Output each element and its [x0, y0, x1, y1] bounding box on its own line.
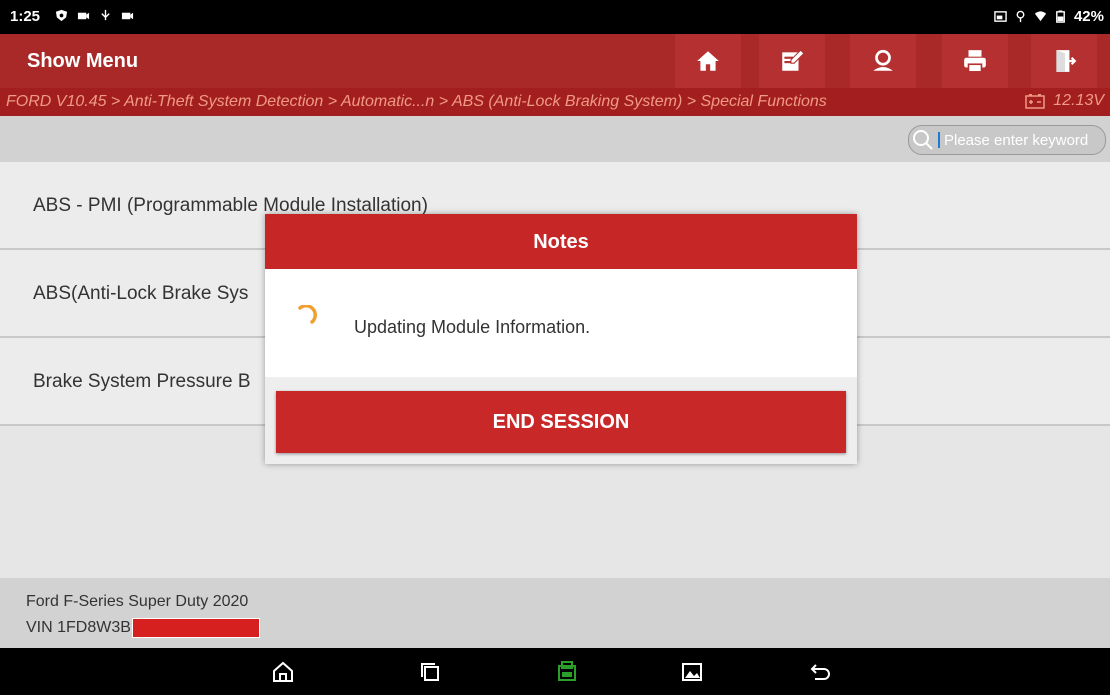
- status-bar: 1:25 42%: [0, 0, 1110, 34]
- vehicle-info-footer: Ford F-Series Super Duty 2020 VIN 1FD8W3…: [0, 578, 1110, 648]
- search-bar: Please enter keyword: [0, 116, 1110, 162]
- exit-icon: [1056, 50, 1077, 72]
- vci-icon: [558, 661, 576, 681]
- dialog-footer: END SESSION: [265, 377, 857, 464]
- dialog-message: Updating Module Information.: [354, 317, 591, 337]
- shield-icon: [55, 9, 68, 22]
- dialog-title: Notes: [265, 214, 857, 269]
- wifi-icon: [1034, 11, 1047, 22]
- system-nav-bar: [0, 648, 1110, 695]
- edit-icon: [782, 49, 805, 71]
- notification-icons: [55, 9, 134, 22]
- video-icon: [121, 12, 134, 20]
- app-header: Show Menu: [0, 34, 1110, 88]
- home-icon: [273, 661, 293, 682]
- vin-redaction: [131, 618, 260, 638]
- battery-icon: [1056, 10, 1065, 23]
- battery-icon: [1025, 94, 1046, 109]
- recents-icon: [421, 663, 439, 681]
- gallery-icon: [682, 663, 702, 681]
- nav-home-button[interactable]: [271, 660, 295, 684]
- loading-spinner-icon: [298, 305, 317, 324]
- nav-back-button[interactable]: [808, 660, 832, 684]
- usb-icon: [101, 9, 110, 21]
- breadcrumb: FORD V10.45 > Anti-Theft System Detectio…: [0, 88, 1110, 116]
- notes-dialog: Notes Updating Module Information. END S…: [265, 214, 857, 464]
- vin-label: VIN 1FD8W3B: [26, 619, 131, 636]
- cast-icon: [994, 11, 1007, 22]
- location-icon: [1016, 10, 1025, 23]
- status-time: 1:25: [10, 8, 41, 25]
- page-title: Show Menu: [27, 50, 139, 72]
- breadcrumb-path: FORD V10.45 > Anti-Theft System Detectio…: [6, 93, 827, 110]
- nav-recents-button[interactable]: [418, 660, 442, 684]
- voltage-value: 12.13V: [1053, 92, 1104, 109]
- video-icon: [77, 12, 90, 20]
- voltage-indicator: 12.13V: [1025, 92, 1104, 110]
- battery-level: 42%: [1073, 8, 1104, 25]
- search-input[interactable]: Please enter keyword: [908, 125, 1106, 155]
- dialog-body: Updating Module Information.: [265, 269, 857, 377]
- user-button[interactable]: [850, 34, 916, 88]
- list-item-label: Brake System Pressure B: [33, 371, 251, 392]
- text-cursor: [938, 132, 940, 148]
- end-session-button[interactable]: END SESSION: [276, 391, 846, 453]
- user-icon: [873, 49, 893, 71]
- home-icon: [697, 51, 719, 71]
- nav-vci-button[interactable]: [555, 660, 579, 684]
- list-item-label: ABS(Anti-Lock Brake Sys: [33, 283, 249, 304]
- back-icon: [810, 664, 830, 680]
- search-placeholder: Please enter keyword: [944, 131, 1089, 149]
- print-icon: [964, 50, 986, 73]
- home-button[interactable]: [675, 34, 741, 88]
- exit-button[interactable]: [1031, 34, 1097, 88]
- print-button[interactable]: [942, 34, 1008, 88]
- nav-gallery-button[interactable]: [680, 660, 704, 684]
- search-icon: [913, 130, 933, 150]
- vin-row: VIN 1FD8W3B: [26, 618, 260, 638]
- system-icons: 42%: [994, 8, 1104, 25]
- edit-button[interactable]: [759, 34, 825, 88]
- vehicle-name: Ford F-Series Super Duty 2020: [26, 593, 249, 610]
